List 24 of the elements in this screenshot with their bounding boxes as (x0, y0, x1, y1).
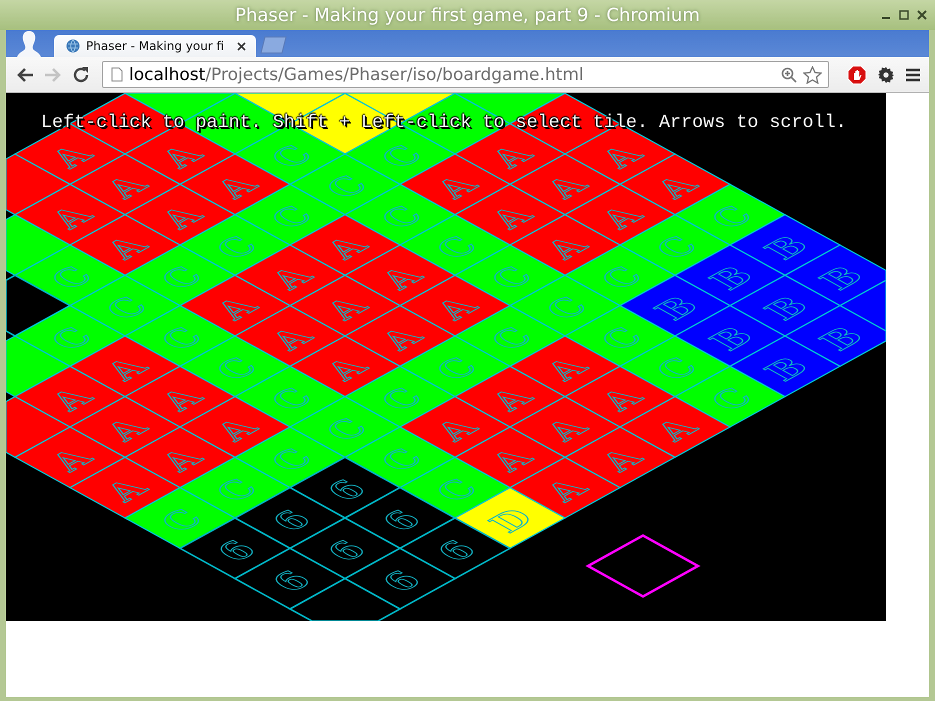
page-icon (111, 67, 123, 82)
back-arrow-icon[interactable] (16, 66, 34, 82)
tile-letter: 6 (318, 535, 376, 568)
settings-icon[interactable] (877, 66, 895, 84)
zoom-icon[interactable] (781, 66, 797, 82)
tile-letter: 6 (318, 474, 376, 506)
menu-icon[interactable] (905, 68, 921, 82)
window-title: Phaser - Making your first game, part 9 - Chromium (235, 4, 700, 26)
tile-letter: 6 (373, 566, 431, 598)
star-icon[interactable] (803, 66, 822, 84)
game-canvas[interactable] (6, 93, 886, 621)
tile-letter: 6 (373, 505, 431, 537)
maximize-icon[interactable] (899, 10, 909, 20)
tile-letter: 6 (208, 535, 266, 568)
tile-letter: 6 (263, 505, 321, 537)
close-icon[interactable] (917, 10, 927, 20)
reload-icon[interactable] (72, 66, 90, 84)
browser-tab[interactable]: Phaser - Making your fi (54, 35, 256, 57)
stop-hand-icon[interactable] (847, 64, 867, 84)
close-icon[interactable] (237, 42, 246, 50)
address-field[interactable]: localhost/Projects/Games/Phaser/iso/boardgame.html (102, 61, 829, 88)
tile-letter: 6 (263, 566, 321, 598)
profile-silhouette-icon[interactable] (16, 30, 42, 57)
globe-icon (66, 39, 80, 53)
